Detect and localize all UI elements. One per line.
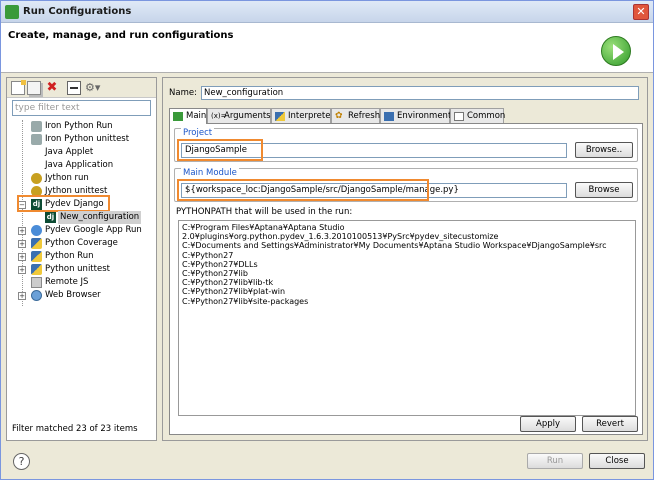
help-icon[interactable]: ? <box>13 453 30 470</box>
iron-python-icon <box>31 121 42 132</box>
tab-common[interactable]: Common <box>450 108 505 124</box>
pythonpath-label: PYTHONPATH that will be used in the run: <box>176 207 353 217</box>
tab-refresh[interactable]: ✿ Refresh <box>331 108 380 124</box>
tab-main[interactable]: Main <box>169 108 207 124</box>
title-bar: Run Configurations ✕ <box>1 1 653 23</box>
run-configurations-window: Run Configurations ✕ Create, manage, and… <box>0 0 654 480</box>
pythonpath-entry: C:¥Python27¥lib <box>182 269 248 279</box>
pythonpath-entry: C:¥Python27¥lib¥lib-tk <box>182 278 274 288</box>
header-title: Create, manage, and run configurations <box>8 30 234 41</box>
refresh-tab-icon: ✿ <box>335 111 343 121</box>
main-module-group-title: Main Module <box>181 168 239 178</box>
remote-js-icon <box>31 277 42 288</box>
expand-toggle-icon[interactable]: + <box>18 253 26 261</box>
close-button[interactable]: Close <box>589 453 645 469</box>
pythonpath-entry: C:¥Documents and Settings¥Administrator¥… <box>182 241 607 251</box>
iron-python-icon <box>31 134 42 145</box>
project-group-title: Project <box>181 128 215 138</box>
name-input[interactable]: New_configuration <box>201 86 639 100</box>
project-browse-button[interactable]: Browse.. <box>575 142 633 158</box>
expand-toggle-icon[interactable]: + <box>18 227 26 235</box>
run-icon <box>5 5 19 19</box>
tree-item-java-applet[interactable]: Java Applet <box>7 146 156 159</box>
config-tabs: Main (x)= Arguments Interpreter ✿ Refres… <box>169 108 643 124</box>
main-module-browse-button[interactable]: Browse <box>575 182 633 198</box>
tree-item-python-run[interactable]: + Python Run <box>7 250 156 263</box>
java-application-icon <box>31 160 42 171</box>
new-configuration-icon[interactable] <box>11 80 26 95</box>
window-title: Run Configurations <box>23 6 132 17</box>
common-tab-icon <box>454 112 464 121</box>
environment-tab-icon <box>384 112 394 121</box>
pythonpath-list: C:¥Program Files¥Aptana¥Aptana Studio 2.… <box>178 220 636 416</box>
tree-item-python-coverage[interactable]: + Python Coverage <box>7 237 156 250</box>
tree-item-iron-python-run[interactable]: Iron Python Run <box>7 120 156 133</box>
run-button[interactable]: Run <box>527 453 583 469</box>
java-applet-icon <box>31 147 42 158</box>
expand-toggle-icon[interactable]: + <box>18 266 26 274</box>
expand-toggle-icon[interactable]: + <box>18 240 26 248</box>
configuration-editor: Name: New_configuration Main (x)= Argume… <box>162 77 648 441</box>
main-tab-icon <box>173 112 183 121</box>
tree-toolbar: ✖ ⚙▾ <box>7 78 156 98</box>
filter-dropdown-icon[interactable]: ⚙▾ <box>85 81 100 95</box>
expand-toggle-icon[interactable]: + <box>18 292 26 300</box>
delete-icon[interactable]: ✖ <box>45 81 59 95</box>
django-icon: dj <box>45 212 56 223</box>
tree-item-pydev-google-app-run[interactable]: + Pydev Google App Run <box>7 224 156 237</box>
run-large-icon <box>601 36 631 66</box>
tab-arguments[interactable]: (x)= Arguments <box>207 108 271 124</box>
collapse-all-icon[interactable] <box>67 81 81 95</box>
highlight-pydev-django <box>17 195 110 212</box>
revert-button[interactable]: Revert <box>582 416 638 432</box>
highlight-project <box>177 139 263 161</box>
tab-environment[interactable]: Environment <box>380 108 451 124</box>
tab-interpreter[interactable]: Interpreter <box>271 108 334 124</box>
apply-button[interactable]: Apply <box>520 416 576 432</box>
dialog-header: Create, manage, and run configurations <box>1 23 653 73</box>
tree-item-java-application[interactable]: Java Application <box>7 159 156 172</box>
close-window-button[interactable]: ✕ <box>633 4 649 20</box>
pythonpath-entry: C:¥Python27 <box>182 250 234 260</box>
configuration-tree-pane: ✖ ⚙▾ Iron Python Run Iron Python unittes… <box>6 77 157 441</box>
web-browser-icon <box>31 290 42 301</box>
pythonpath-entry: C:¥Python27¥lib¥plat-win <box>182 287 286 297</box>
tree-item-jython-run[interactable]: Jython run <box>7 172 156 185</box>
pythonpath-entry: C:¥Program Files¥Aptana¥Aptana Studio 2.… <box>182 223 499 242</box>
dialog-footer: ? Run Close <box>1 445 653 479</box>
tree-item-new-configuration[interactable]: dj New_configuration <box>7 211 156 224</box>
google-app-icon <box>31 225 42 236</box>
tree-item-remote-js[interactable]: Remote JS <box>7 276 156 289</box>
highlight-main-module <box>177 179 429 201</box>
duplicate-icon[interactable] <box>27 81 41 95</box>
pythonpath-entry: C:¥Python27¥lib¥site-packages <box>182 296 309 306</box>
python-icon <box>31 251 42 262</box>
interpreter-tab-icon <box>275 112 285 121</box>
filter-status: Filter matched 23 of 23 items <box>12 424 138 434</box>
tree-item-iron-python-unittest[interactable]: Iron Python unittest <box>7 133 156 146</box>
name-row: Name: New_configuration <box>169 86 641 100</box>
main-tab-panel: Project DjangoSample Browse.. Main Modul… <box>169 123 643 435</box>
python-icon <box>31 264 42 275</box>
jython-icon <box>31 173 42 184</box>
arguments-tab-icon: (x)= <box>211 112 227 120</box>
python-icon <box>31 238 42 249</box>
tree-item-web-browser[interactable]: + Web Browser <box>7 289 156 302</box>
name-label: Name: <box>169 88 197 98</box>
tree-item-python-unittest[interactable]: + Python unittest <box>7 263 156 276</box>
filter-input[interactable] <box>12 100 151 116</box>
pythonpath-entry: C:¥Python27¥DLLs <box>182 259 258 269</box>
